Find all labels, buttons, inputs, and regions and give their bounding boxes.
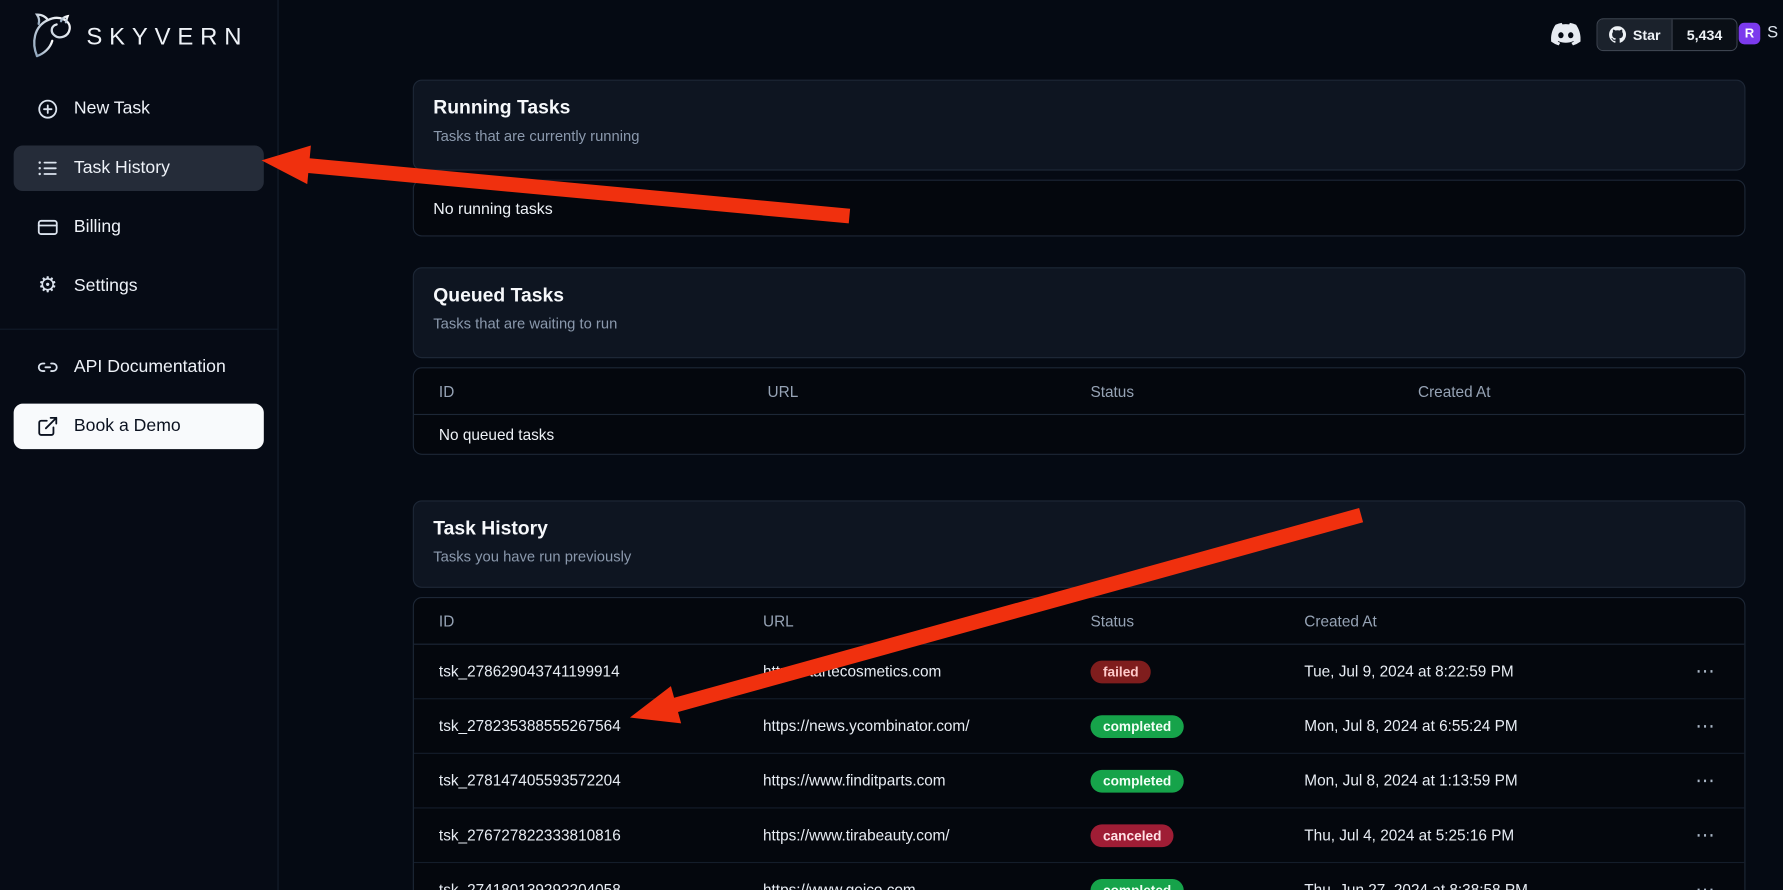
task-url: https://www.geico.com — [763, 881, 1090, 890]
queued-tasks-subtitle: Tasks that are waiting to run — [433, 315, 1725, 332]
sidebar-item-label: Book a Demo — [74, 416, 181, 436]
sidebar-item-new-task[interactable]: New Task — [14, 86, 264, 131]
task-created-at: Tue, Jul 9, 2024 at 8:22:59 PM — [1304, 663, 1682, 680]
queued-tasks-title: Queued Tasks — [433, 284, 1725, 307]
sidebar-item-api-documentation[interactable]: API Documentation — [14, 345, 264, 390]
task-id: tsk_274180139292204058 — [439, 881, 763, 890]
task-history-table-header: ID URL Status Created At — [414, 598, 1744, 645]
task-history-subtitle: Tasks you have run previously — [433, 548, 1725, 565]
main-content: Running Tasks Tasks that are currently r… — [413, 80, 1746, 890]
task-created-at: Thu, Jun 27, 2024 at 8:38:58 PM — [1304, 881, 1682, 890]
column-header-id: ID — [439, 383, 768, 400]
task-id: tsk_278235388555267564 — [439, 718, 763, 735]
plus-circle-icon — [36, 98, 59, 121]
task-id: tsk_278147405593572204 — [439, 772, 763, 789]
column-header-status: Status — [1090, 383, 1417, 400]
status-badge: completed — [1090, 769, 1183, 792]
queued-tasks-table: ID URL Status Created At No queued tasks — [413, 367, 1746, 455]
logo-text: SKYVERN — [86, 24, 248, 51]
github-icon — [1609, 26, 1626, 43]
sidebar: SKYVERN New Task Task History Bi — [0, 0, 279, 890]
sidebar-item-label: API Documentation — [74, 357, 226, 377]
task-url: https://www.tirabeauty.com/ — [763, 827, 1090, 844]
running-tasks-subtitle: Tasks that are currently running — [433, 127, 1725, 144]
list-icon — [36, 157, 59, 180]
sidebar-nav: New Task Task History Billing ⚙ Settings — [0, 86, 277, 309]
github-star-widget[interactable]: Star 5,434 — [1597, 18, 1738, 51]
queued-tasks-header: Queued Tasks Tasks that are waiting to r… — [413, 267, 1746, 358]
task-row[interactable]: tsk_274180139292204058 https://www.geico… — [414, 863, 1744, 890]
sidebar-item-label: Task History — [74, 158, 170, 178]
github-star-count[interactable]: 5,434 — [1673, 19, 1736, 50]
task-history-header: Task History Tasks you have run previous… — [413, 500, 1746, 588]
skyvern-dragon-icon — [25, 11, 77, 63]
user-avatar[interactable]: R — [1739, 23, 1761, 45]
column-header-status: Status — [1090, 612, 1304, 629]
row-actions-button[interactable]: ⋯ — [1691, 880, 1719, 890]
running-tasks-body: No running tasks — [413, 180, 1746, 237]
task-row[interactable]: tsk_278629043741199914 https://tartecosm… — [414, 645, 1744, 700]
running-tasks-empty: No running tasks — [414, 181, 1744, 236]
sidebar-item-label: Settings — [74, 276, 138, 296]
task-created-at: Mon, Jul 8, 2024 at 6:55:24 PM — [1304, 718, 1682, 735]
skyvern-logo[interactable]: SKYVERN — [0, 0, 277, 80]
column-header-url: URL — [768, 383, 1091, 400]
sidebar-item-settings[interactable]: ⚙ Settings — [14, 264, 264, 309]
queued-tasks-empty: No queued tasks — [414, 415, 1744, 454]
sidebar-item-task-history[interactable]: Task History — [14, 146, 264, 191]
skyvern-app: SKYVERN New Task Task History Bi — [0, 0, 1783, 890]
task-created-at: Mon, Jul 8, 2024 at 1:13:59 PM — [1304, 772, 1682, 789]
sidebar-item-label: Billing — [74, 217, 121, 237]
task-url: https://www.finditparts.com — [763, 772, 1090, 789]
task-id: tsk_278629043741199914 — [439, 663, 763, 680]
task-history-title: Task History — [433, 517, 1725, 540]
row-actions-button[interactable]: ⋯ — [1691, 662, 1719, 681]
task-url: https://news.ycombinator.com/ — [763, 718, 1090, 735]
task-id: tsk_276727822333810816 — [439, 827, 763, 844]
status-badge: completed — [1090, 878, 1183, 890]
user-name-truncated: S — [1767, 24, 1778, 42]
link-icon — [36, 356, 59, 379]
status-badge: failed — [1090, 660, 1151, 683]
external-link-icon — [36, 415, 59, 438]
task-created-at: Thu, Jul 4, 2024 at 5:25:16 PM — [1304, 827, 1682, 844]
task-row[interactable]: tsk_278235388555267564 https://news.ycom… — [414, 699, 1744, 754]
gear-icon: ⚙ — [36, 275, 59, 298]
column-header-id: ID — [439, 612, 763, 629]
credit-card-icon — [36, 216, 59, 239]
column-header-created-at: Created At — [1418, 383, 1719, 400]
task-url: https://tartecosmetics.com — [763, 663, 1090, 680]
status-badge: completed — [1090, 715, 1183, 738]
queued-tasks-table-header: ID URL Status Created At — [414, 368, 1744, 415]
sidebar-item-book-a-demo[interactable]: Book a Demo — [14, 404, 264, 449]
sidebar-item-billing[interactable]: Billing — [14, 205, 264, 250]
task-history-table: ID URL Status Created At tsk_27862904374… — [413, 597, 1746, 890]
running-tasks-title: Running Tasks — [433, 97, 1725, 120]
github-star-label: Star — [1633, 27, 1661, 43]
row-actions-button[interactable]: ⋯ — [1691, 771, 1719, 790]
discord-icon[interactable] — [1551, 19, 1581, 49]
sidebar-item-label: New Task — [74, 99, 150, 119]
github-star-button[interactable]: Star — [1598, 19, 1673, 50]
column-header-created-at: Created At — [1304, 612, 1682, 629]
row-actions-button[interactable]: ⋯ — [1691, 716, 1719, 735]
task-row[interactable]: tsk_278147405593572204 https://www.findi… — [414, 754, 1744, 809]
row-actions-button[interactable]: ⋯ — [1691, 826, 1719, 845]
column-header-url: URL — [763, 612, 1090, 629]
sidebar-secondary-nav: API Documentation Book a Demo — [0, 329, 277, 450]
running-tasks-header: Running Tasks Tasks that are currently r… — [413, 80, 1746, 171]
task-row[interactable]: tsk_276727822333810816 https://www.tirab… — [414, 808, 1744, 863]
status-badge: canceled — [1090, 824, 1173, 847]
